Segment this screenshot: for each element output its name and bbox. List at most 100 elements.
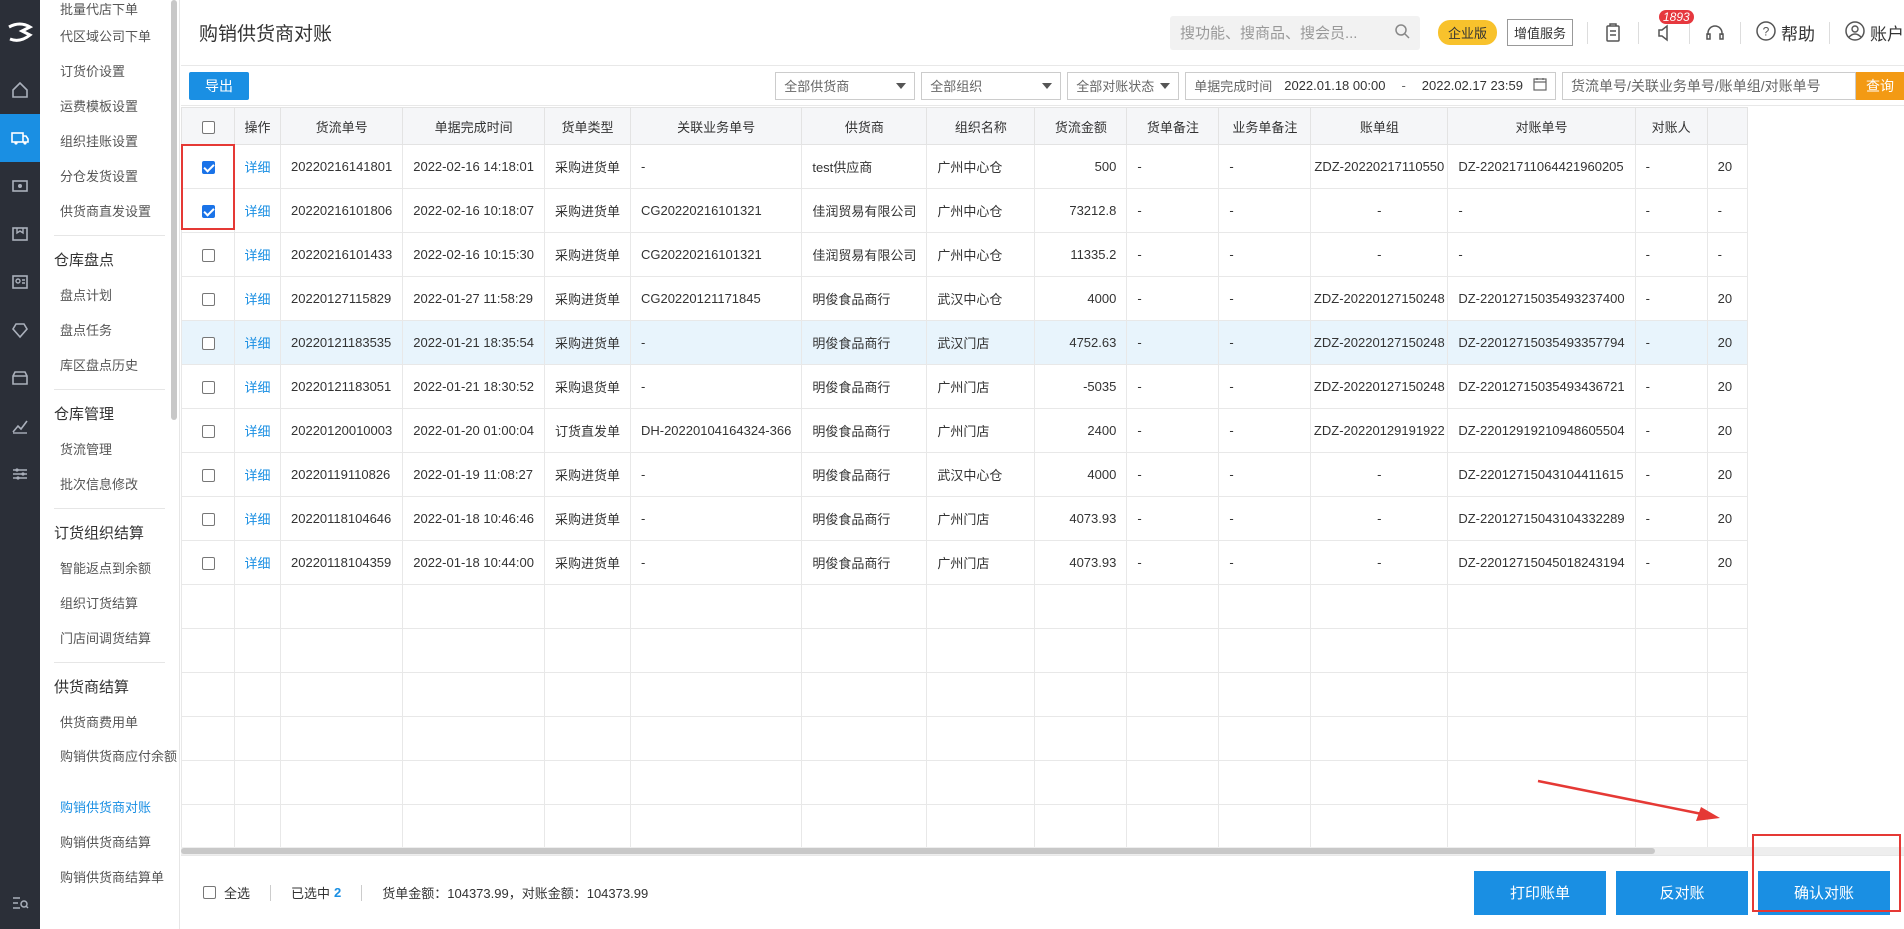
column-header[interactable]: 关联业务单号 — [629, 107, 803, 145]
date-range-picker[interactable]: 单据完成时间 2022.01.18 00:00 - 2022.02.17 23:… — [1185, 71, 1556, 100]
rail-member-icon[interactable] — [0, 258, 40, 306]
submenu-item-supplier-direct[interactable]: 供货商直发设置 — [54, 194, 179, 229]
date-end[interactable]: 2022.02.17 23:59 — [1422, 78, 1523, 93]
submenu-scrollbar[interactable] — [171, 0, 177, 420]
export-button[interactable]: 导出 — [189, 71, 249, 100]
app-logo-icon[interactable] — [0, 0, 40, 66]
row-checkbox[interactable] — [201, 293, 215, 307]
clipboard-icon[interactable] — [1602, 22, 1624, 44]
table-row[interactable]: 详细 20220121183535 2022-01-21 18:35:54 采购进货单… — [181, 320, 1748, 365]
row-select-cell[interactable] — [181, 452, 235, 497]
submenu-item-count-history[interactable]: 库区盘点历史 — [54, 348, 179, 383]
submenu-item-store-transfer-settle[interactable]: 门店间调货结算 — [54, 621, 179, 656]
table-row[interactable]: 详细 20220118104359 2022-01-18 10:44:00 采购进货单… — [181, 540, 1748, 585]
status-select[interactable]: 全部对账状态 — [1067, 71, 1180, 100]
submenu-item-split-shipping[interactable]: 分仓发货设置 — [54, 159, 179, 194]
submenu-item-supplier-fee[interactable]: 供货商费用单 — [54, 705, 179, 740]
detail-link[interactable]: 详细 — [244, 556, 270, 571]
column-header[interactable]: 货流金额 — [1034, 107, 1128, 145]
table-row[interactable]: 详细 20220216101806 2022-02-16 10:18:07 采购进货单… — [181, 188, 1748, 233]
column-header[interactable]: 供货商 — [801, 107, 928, 145]
submenu-item-order-price[interactable]: 订货价设置 — [54, 54, 179, 89]
rail-supply-chain-icon[interactable] — [0, 114, 40, 162]
submenu-item-settle-bill[interactable]: 购销供货商结算单 — [54, 860, 179, 895]
column-header[interactable]: 货流单号 — [279, 107, 404, 145]
search-icon[interactable] — [1394, 23, 1410, 43]
row-select-cell[interactable] — [181, 364, 235, 409]
date-start[interactable]: 2022.01.18 00:00 — [1284, 78, 1385, 93]
submenu-item-freight-template[interactable]: 运费模板设置 — [54, 89, 179, 124]
detail-link[interactable]: 详细 — [244, 512, 270, 527]
row-checkbox[interactable] — [201, 557, 215, 571]
submenu-item-supplier-settle[interactable]: 购销供货商结算 — [54, 825, 179, 860]
submenu-item-org-credit[interactable]: 组织挂账设置 — [54, 124, 179, 159]
rail-search-menu-icon[interactable] — [0, 893, 40, 913]
detail-link[interactable]: 详细 — [244, 380, 270, 395]
table-row[interactable]: 详细 20220127115829 2022-01-27 11:58:29 采购进货单… — [181, 276, 1748, 321]
query-button[interactable]: 查询 — [1856, 71, 1904, 100]
org-select[interactable]: 全部组织 — [921, 71, 1062, 100]
row-select-cell[interactable] — [181, 232, 235, 277]
row-select-cell[interactable] — [181, 320, 235, 365]
reverse-reconcile-button[interactable]: 反对账 — [1616, 870, 1748, 915]
value-added-button[interactable]: 增值服务 — [1506, 19, 1573, 46]
header-select-all[interactable] — [181, 107, 235, 145]
row-select-cell[interactable] — [181, 496, 235, 541]
submenu-item-supplier-reconcile[interactable]: 购销供货商对账 — [54, 790, 179, 825]
table-row[interactable]: 详细 20220121183051 2022-01-21 18:30:52 采购退货单… — [181, 364, 1748, 409]
table-row[interactable]: 详细 20220216101433 2022-02-16 10:15:30 采购进货单… — [181, 232, 1748, 277]
row-select-cell[interactable] — [181, 408, 235, 453]
submenu-item-batch-edit[interactable]: 批次信息修改 — [54, 467, 179, 502]
submenu-item-rebate[interactable]: 智能返点到余额 — [54, 551, 179, 586]
calendar-icon[interactable] — [1533, 77, 1547, 94]
submenu-item-goods-flow[interactable]: 货流管理 — [54, 432, 179, 467]
global-search[interactable]: 搜功能、搜商品、搜会员... — [1169, 15, 1420, 50]
table-row[interactable]: 详细 20220119110826 2022-01-19 11:08:27 采购进货单… — [181, 452, 1748, 497]
submenu-item-org-order-settle[interactable]: 组织订货结算 — [54, 586, 179, 621]
submenu-item-count-task[interactable]: 盘点任务 — [54, 313, 179, 348]
row-checkbox[interactable] — [201, 469, 215, 483]
select-all-label[interactable]: 全选 — [224, 883, 250, 902]
notification-icon[interactable]: 1893 — [1653, 9, 1694, 44]
horizontal-scrollbar[interactable] — [181, 847, 1904, 855]
header-checkbox[interactable] — [201, 120, 215, 134]
column-header[interactable]: 货单类型 — [543, 107, 631, 145]
column-header[interactable]: 对账单号 — [1447, 107, 1636, 145]
submenu-item-regional-order[interactable]: 代区域公司下单 — [54, 19, 179, 54]
table-row[interactable]: 详细 20220216141801 2022-02-16 14:18:01 采购进货单… — [181, 144, 1748, 189]
rail-settings-icon[interactable] — [0, 450, 40, 498]
row-checkbox[interactable] — [201, 337, 215, 351]
supplier-select[interactable]: 全部供货商 — [775, 71, 916, 100]
print-bill-button[interactable]: 打印账单 — [1474, 870, 1606, 915]
column-header[interactable]: 账单组 — [1310, 107, 1449, 145]
detail-link[interactable]: 详细 — [244, 292, 270, 307]
rail-home-icon[interactable] — [0, 66, 40, 114]
row-checkbox[interactable] — [201, 425, 215, 439]
table-row[interactable]: 详细 20220118104646 2022-01-18 10:46:46 采购进货单… — [181, 496, 1748, 541]
column-header[interactable]: 单据完成时间 — [402, 107, 545, 145]
detail-link[interactable]: 详细 — [244, 160, 270, 175]
submenu-item-count-plan[interactable]: 盘点计划 — [54, 278, 179, 313]
rail-report-icon[interactable] — [0, 402, 40, 450]
edition-badge[interactable]: 企业版 — [1437, 20, 1497, 45]
table-row[interactable]: 详细 20220120010003 2022-01-20 01:00:04 订货直发单… — [181, 408, 1748, 453]
account-link[interactable]: 账户 — [1844, 20, 1904, 45]
row-select-cell[interactable] — [181, 540, 235, 585]
detail-link[interactable]: 详细 — [244, 248, 270, 263]
headset-icon[interactable] — [1704, 22, 1726, 44]
rail-store-icon[interactable] — [0, 354, 40, 402]
row-checkbox[interactable] — [201, 513, 215, 527]
submenu-item-payable-balance[interactable]: 购销供货商应付余额 — [54, 740, 179, 790]
rail-goods-icon[interactable] — [0, 210, 40, 258]
column-header[interactable]: 业务单备注 — [1218, 107, 1312, 145]
select-all-checkbox[interactable] — [203, 886, 216, 899]
help-link[interactable]: ? 帮助 — [1755, 20, 1815, 45]
detail-link[interactable]: 详细 — [244, 468, 270, 483]
row-checkbox[interactable] — [201, 249, 215, 263]
row-select-cell[interactable] — [181, 276, 235, 321]
horizontal-scrollbar-thumb[interactable] — [181, 848, 1655, 854]
row-checkbox[interactable] — [201, 381, 215, 395]
submenu-item-batch-order[interactable]: 批量代店下单 — [54, 0, 179, 19]
detail-link[interactable]: 详细 — [244, 336, 270, 351]
column-header[interactable]: 货单备注 — [1126, 107, 1220, 145]
